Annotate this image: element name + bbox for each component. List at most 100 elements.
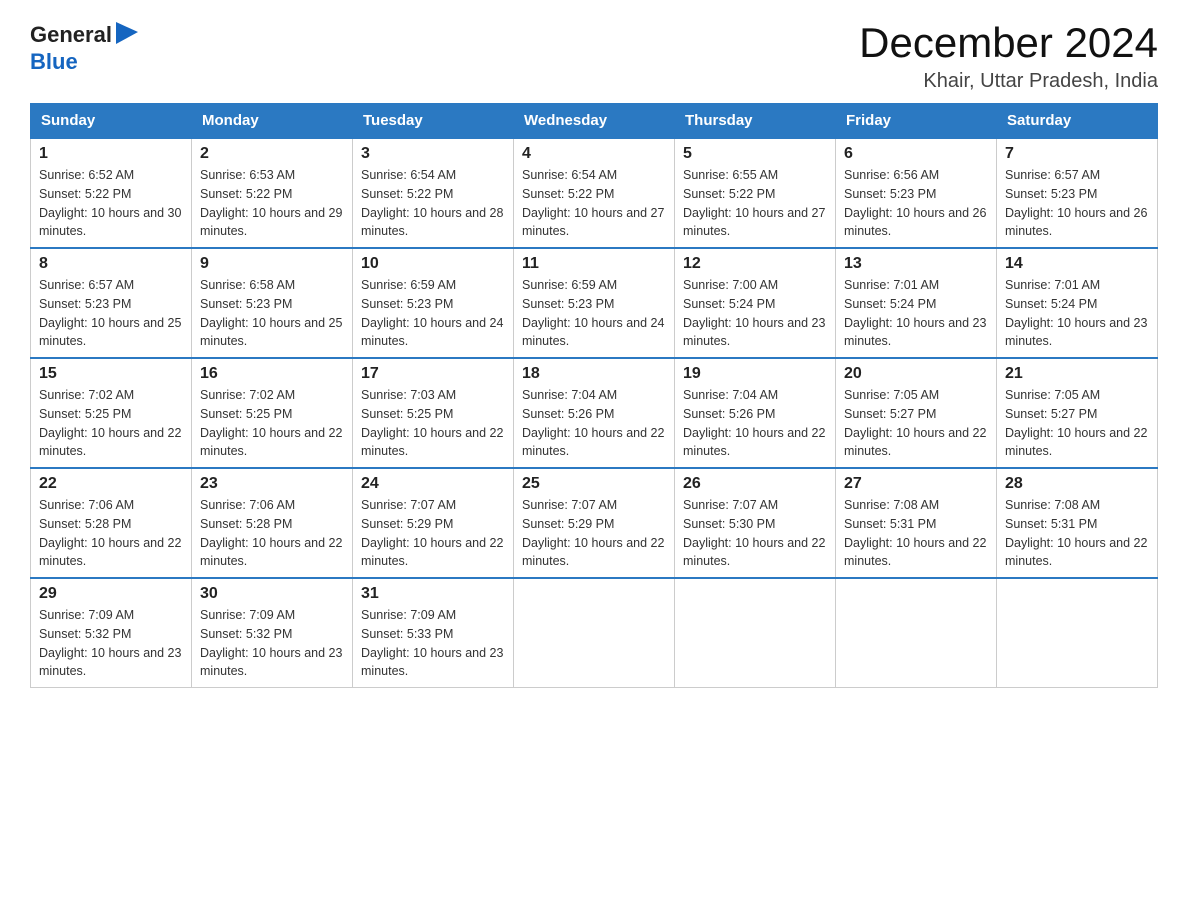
calendar-cell: 6Sunrise: 6:56 AMSunset: 5:23 PMDaylight… xyxy=(836,138,997,248)
day-info: Sunrise: 6:55 AMSunset: 5:22 PMDaylight:… xyxy=(683,166,827,241)
day-number: 28 xyxy=(1005,475,1149,493)
calendar-cell: 13Sunrise: 7:01 AMSunset: 5:24 PMDayligh… xyxy=(836,248,997,358)
day-number: 5 xyxy=(683,145,827,163)
day-info: Sunrise: 7:07 AMSunset: 5:29 PMDaylight:… xyxy=(522,496,666,571)
day-info: Sunrise: 7:03 AMSunset: 5:25 PMDaylight:… xyxy=(361,386,505,461)
day-number: 22 xyxy=(39,475,183,493)
weekday-header: Monday xyxy=(192,104,353,139)
calendar-cell: 4 Sunrise: 6:54 AMSunset: 5:22 PMDaylight… xyxy=(514,138,675,248)
calendar-cell: 23 Sunrise: 7:06 AMSunset: 5:28 PMDayligh… xyxy=(192,468,353,578)
day-number: 17 xyxy=(361,365,505,383)
day-info: Sunrise: 7:08 AMSunset: 5:31 PMDaylight:… xyxy=(844,496,988,571)
day-number: 27 xyxy=(844,475,988,493)
day-number: 30 xyxy=(200,585,344,603)
calendar-week-row: 29 Sunrise: 7:09 AMSunset: 5:32 PMDayligh… xyxy=(31,578,1158,688)
day-info: Sunrise: 7:02 AMSunset: 5:25 PMDaylight:… xyxy=(200,386,344,461)
calendar-cell: 8Sunrise: 6:57 AMSunset: 5:23 PMDaylight… xyxy=(31,248,192,358)
calendar-cell: 2Sunrise: 6:53 AMSunset: 5:22 PMDaylight… xyxy=(192,138,353,248)
calendar-week-row: 22 Sunrise: 7:06 AMSunset: 5:28 PMDayligh… xyxy=(31,468,1158,578)
calendar-cell xyxy=(836,578,997,688)
day-info: Sunrise: 7:09 AMSunset: 5:32 PMDaylight:… xyxy=(200,606,344,681)
day-number: 14 xyxy=(1005,255,1149,273)
day-number: 25 xyxy=(522,475,666,493)
calendar-cell: 18 Sunrise: 7:04 AMSunset: 5:26 PMDayligh… xyxy=(514,358,675,468)
logo-text-general: General xyxy=(30,22,112,48)
calendar-cell: 3 Sunrise: 6:54 AMSunset: 5:22 PMDaylight… xyxy=(353,138,514,248)
day-number: 12 xyxy=(683,255,827,273)
calendar-week-row: 15 Sunrise: 7:02 AMSunset: 5:25 PMDayligh… xyxy=(31,358,1158,468)
day-info: Sunrise: 7:02 AMSunset: 5:25 PMDaylight:… xyxy=(39,386,183,461)
day-info: Sunrise: 7:09 AMSunset: 5:33 PMDaylight:… xyxy=(361,606,505,681)
day-number: 3 xyxy=(361,145,505,163)
logo-text-blue: Blue xyxy=(30,49,78,74)
day-number: 21 xyxy=(1005,365,1149,383)
calendar-table: SundayMondayTuesdayWednesdayThursdayFrid… xyxy=(30,103,1158,688)
day-number: 23 xyxy=(200,475,344,493)
day-number: 8 xyxy=(39,255,183,273)
calendar-cell: 9 Sunrise: 6:58 AMSunset: 5:23 PMDaylight… xyxy=(192,248,353,358)
weekday-header: Tuesday xyxy=(353,104,514,139)
calendar-cell: 22 Sunrise: 7:06 AMSunset: 5:28 PMDayligh… xyxy=(31,468,192,578)
day-info: Sunrise: 7:00 AMSunset: 5:24 PMDaylight:… xyxy=(683,276,827,351)
calendar-cell: 10Sunrise: 6:59 AMSunset: 5:23 PMDayligh… xyxy=(353,248,514,358)
calendar-cell: 7 Sunrise: 6:57 AMSunset: 5:23 PMDaylight… xyxy=(997,138,1158,248)
day-number: 4 xyxy=(522,145,666,163)
day-number: 1 xyxy=(39,145,183,163)
day-info: Sunrise: 7:07 AMSunset: 5:30 PMDaylight:… xyxy=(683,496,827,571)
day-info: Sunrise: 7:06 AMSunset: 5:28 PMDaylight:… xyxy=(200,496,344,571)
calendar-cell: 24Sunrise: 7:07 AMSunset: 5:29 PMDayligh… xyxy=(353,468,514,578)
calendar-cell: 31 Sunrise: 7:09 AMSunset: 5:33 PMDayligh… xyxy=(353,578,514,688)
day-number: 15 xyxy=(39,365,183,383)
weekday-header: Friday xyxy=(836,104,997,139)
calendar-cell: 30 Sunrise: 7:09 AMSunset: 5:32 PMDayligh… xyxy=(192,578,353,688)
logo-triangle-icon xyxy=(116,22,138,44)
calendar-cell: 19Sunrise: 7:04 AMSunset: 5:26 PMDayligh… xyxy=(675,358,836,468)
day-number: 18 xyxy=(522,365,666,383)
calendar-cell: 25 Sunrise: 7:07 AMSunset: 5:29 PMDayligh… xyxy=(514,468,675,578)
weekday-header: Thursday xyxy=(675,104,836,139)
day-info: Sunrise: 6:57 AMSunset: 5:23 PMDaylight:… xyxy=(1005,166,1149,241)
calendar-cell xyxy=(675,578,836,688)
weekday-header: Wednesday xyxy=(514,104,675,139)
calendar-week-row: 1 Sunrise: 6:52 AMSunset: 5:22 PMDaylight… xyxy=(31,138,1158,248)
day-info: Sunrise: 7:07 AMSunset: 5:29 PMDaylight:… xyxy=(361,496,505,571)
day-number: 9 xyxy=(200,255,344,273)
calendar-cell: 27 Sunrise: 7:08 AMSunset: 5:31 PMDayligh… xyxy=(836,468,997,578)
calendar-cell: 17 Sunrise: 7:03 AMSunset: 5:25 PMDayligh… xyxy=(353,358,514,468)
calendar-cell: 21 Sunrise: 7:05 AMSunset: 5:27 PMDayligh… xyxy=(997,358,1158,468)
calendar-cell: 16 Sunrise: 7:02 AMSunset: 5:25 PMDayligh… xyxy=(192,358,353,468)
calendar-week-row: 8Sunrise: 6:57 AMSunset: 5:23 PMDaylight… xyxy=(31,248,1158,358)
weekday-header: Sunday xyxy=(31,104,192,139)
day-number: 20 xyxy=(844,365,988,383)
logo: General Blue xyxy=(30,20,138,75)
day-info: Sunrise: 6:54 AMSunset: 5:22 PMDaylight:… xyxy=(522,166,666,241)
day-info: Sunrise: 6:59 AMSunset: 5:23 PMDaylight:… xyxy=(522,276,666,351)
day-info: Sunrise: 7:05 AMSunset: 5:27 PMDaylight:… xyxy=(1005,386,1149,461)
day-number: 29 xyxy=(39,585,183,603)
weekday-header: Saturday xyxy=(997,104,1158,139)
calendar-cell xyxy=(997,578,1158,688)
day-info: Sunrise: 7:05 AMSunset: 5:27 PMDaylight:… xyxy=(844,386,988,461)
day-number: 26 xyxy=(683,475,827,493)
day-number: 2 xyxy=(200,145,344,163)
day-info: Sunrise: 7:04 AMSunset: 5:26 PMDaylight:… xyxy=(522,386,666,461)
day-info: Sunrise: 6:56 AMSunset: 5:23 PMDaylight:… xyxy=(844,166,988,241)
day-number: 11 xyxy=(522,255,666,273)
day-number: 7 xyxy=(1005,145,1149,163)
day-info: Sunrise: 6:54 AMSunset: 5:22 PMDaylight:… xyxy=(361,166,505,241)
calendar-cell: 11 Sunrise: 6:59 AMSunset: 5:23 PMDayligh… xyxy=(514,248,675,358)
page-header: General Blue December 2024 Khair, Uttar … xyxy=(30,20,1158,93)
calendar-cell: 28 Sunrise: 7:08 AMSunset: 5:31 PMDayligh… xyxy=(997,468,1158,578)
day-number: 31 xyxy=(361,585,505,603)
day-number: 16 xyxy=(200,365,344,383)
day-info: Sunrise: 6:58 AMSunset: 5:23 PMDaylight:… xyxy=(200,276,344,351)
day-info: Sunrise: 6:52 AMSunset: 5:22 PMDaylight:… xyxy=(39,166,183,241)
calendar-cell xyxy=(514,578,675,688)
day-info: Sunrise: 7:06 AMSunset: 5:28 PMDaylight:… xyxy=(39,496,183,571)
day-info: Sunrise: 7:08 AMSunset: 5:31 PMDaylight:… xyxy=(1005,496,1149,571)
calendar-cell: 26 Sunrise: 7:07 AMSunset: 5:30 PMDayligh… xyxy=(675,468,836,578)
day-number: 10 xyxy=(361,255,505,273)
calendar-cell: 15 Sunrise: 7:02 AMSunset: 5:25 PMDayligh… xyxy=(31,358,192,468)
page-subtitle: Khair, Uttar Pradesh, India xyxy=(859,70,1158,93)
day-info: Sunrise: 7:01 AMSunset: 5:24 PMDaylight:… xyxy=(1005,276,1149,351)
